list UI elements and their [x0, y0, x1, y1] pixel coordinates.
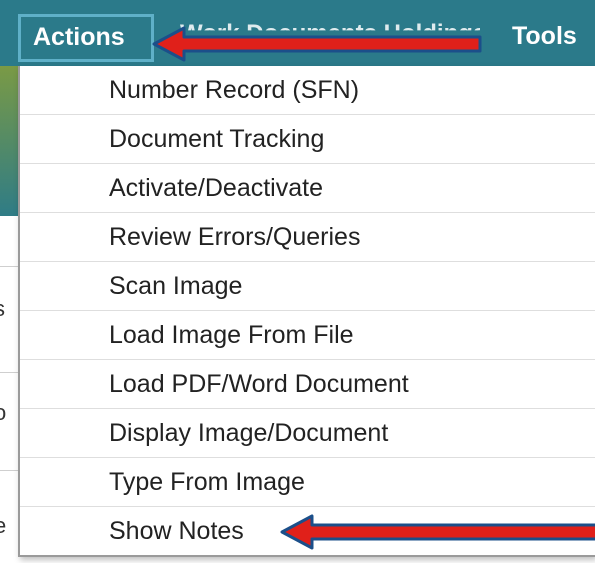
- background-text-fragment: e: [0, 513, 7, 538]
- menu-item-load-image-from-file[interactable]: Load Image From File: [20, 311, 595, 360]
- background-divider: [0, 470, 18, 471]
- menu-item-review-errors[interactable]: Review Errors/Queries: [20, 213, 595, 262]
- menu-item-document-tracking[interactable]: Document Tracking: [20, 115, 595, 164]
- background-text-fragment: s: [0, 296, 5, 322]
- menu-item-load-pdf-word[interactable]: Load PDF/Word Document: [20, 360, 595, 409]
- menu-bar: Actions Work Documents Holdings Tools: [0, 0, 595, 66]
- menu-item-number-record[interactable]: Number Record (SFN): [20, 66, 595, 115]
- background-banner: [0, 66, 18, 216]
- menu-tools[interactable]: Tools: [512, 22, 577, 51]
- menu-item-type-from-image[interactable]: Type From Image: [20, 458, 595, 507]
- background-text-fragment: o: [0, 400, 7, 425]
- menu-item-display-image[interactable]: Display Image/Document: [20, 409, 595, 458]
- menu-actions[interactable]: Actions: [18, 14, 154, 62]
- actions-dropdown-menu: Number Record (SFN) Document Tracking Ac…: [18, 66, 595, 557]
- menu-item-show-notes[interactable]: Show Notes: [20, 507, 595, 556]
- menu-obscured-items[interactable]: Work Documents Holdings: [180, 20, 480, 30]
- background-divider: [0, 372, 18, 373]
- menu-item-scan-image[interactable]: Scan Image: [20, 262, 595, 311]
- menu-item-activate-deactivate[interactable]: Activate/Deactivate: [20, 164, 595, 213]
- background-divider: [0, 266, 18, 267]
